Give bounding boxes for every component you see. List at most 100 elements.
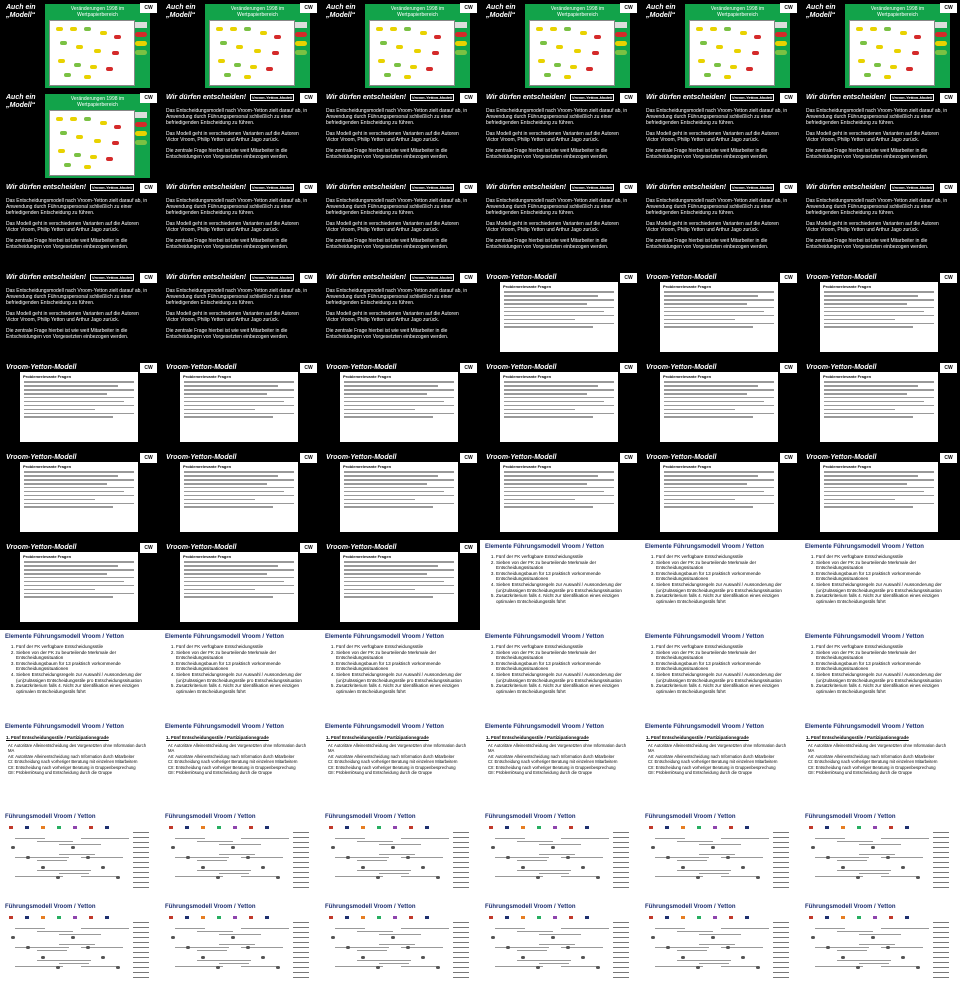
paragraph-3: Die zentrale Frage hierbei ist wie weit … (166, 328, 289, 340)
slide-thumbnail-baum[interactable]: Führungsmodell Vroom / Yetton (480, 900, 640, 990)
slide-thumbnail-entschieden[interactable]: Wir dürfen entscheiden! Vroom-Yetton-Mod… (480, 90, 640, 180)
slide-thumbnail-elemente[interactable]: Elemente Führungsmodell Vroom / Yetton F… (800, 540, 960, 630)
slide-title: Wir dürfen entscheiden! Vroom-Yetton-Mod… (806, 93, 935, 101)
slide-thumbnail-modell[interactable]: Auch ein „Modell“ Veränderungen 1998 im We… (480, 0, 640, 90)
slide-thumbnail-entschieden[interactable]: Wir dürfen entscheiden! Vroom-Yetton-Mod… (160, 270, 320, 360)
sheet-title: Problemrelevante Fragen (663, 374, 712, 379)
slide-thumbnail-vroom-yetton[interactable]: Vroom-Yetton-Modell CW Problemrelevante … (0, 540, 160, 630)
slide-thumbnail-vroom-yetton[interactable]: Vroom-Yetton-Modell CW Problemrelevante … (0, 450, 160, 540)
cw-logo: CW (620, 453, 637, 463)
elements-list: Fünf der FK verfügbare Entscheidungsstil… (328, 644, 476, 694)
slide-thumbnail-baum[interactable]: Führungsmodell Vroom / Yetton (160, 810, 320, 900)
slide-thumbnail-elemente[interactable]: Elemente Führungsmodell Vroom / Yetton F… (800, 630, 960, 720)
cw-logo: CW (780, 273, 797, 283)
slide-thumbnail-entschieden[interactable]: Wir dürfen entscheiden! Vroom-Yetton-Mod… (160, 180, 320, 270)
questions-sheet: Problemrelevante Fragen (660, 282, 778, 352)
cw-logo: CW (780, 183, 797, 193)
slide-thumbnail-vroom-yetton[interactable]: Vroom-Yetton-Modell CW Problemrelevante … (800, 270, 960, 360)
slide-thumbnail-vroom-yetton[interactable]: Vroom-Yetton-Modell CW Problemrelevante … (0, 360, 160, 450)
sheet-title: Problemrelevante Fragen (23, 464, 72, 469)
paragraph-1: Das Entscheidungsmodell nach Vroom-Yetto… (646, 108, 788, 126)
slide-thumbnail-entschieden[interactable]: Wir dürfen entscheiden! Vroom-Yetton-Mod… (480, 180, 640, 270)
decision-tree (645, 916, 793, 986)
slide-thumbnail-modell[interactable]: Auch ein „Modell“ Veränderungen 1998 im We… (160, 0, 320, 90)
questions-sheet: Problemrelevante Fragen (820, 372, 938, 442)
slide-title: Elemente Führungsmodell Vroom / Yetton (805, 544, 924, 550)
slide-thumbnail-modell[interactable]: Auch ein „Modell“ Veränderungen 1998 im We… (800, 0, 960, 90)
paragraph-2: Das Modell geht in verschiedenen Variant… (326, 221, 459, 233)
slide-title: Wir dürfen entscheiden! Vroom-Yetton-Mod… (486, 183, 615, 191)
slide-thumbnail-vroom-yetton[interactable]: Vroom-Yetton-Modell CW Problemrelevante … (800, 360, 960, 450)
slide-thumbnail-modell[interactable]: Auch ein „Modell“ Veränderungen 1998 im We… (0, 0, 160, 90)
slide-thumbnail-elemente[interactable]: Elemente Führungsmodell Vroom / Yetton F… (0, 630, 160, 720)
slide-thumbnail-entschieden[interactable]: Wir dürfen entscheiden! Vroom-Yetton-Mod… (640, 90, 800, 180)
slide-thumbnail-baum[interactable]: Führungsmodell Vroom / Yetton (480, 810, 640, 900)
cw-logo: CW (300, 273, 317, 283)
slide-thumbnail-stile[interactable]: Elemente Führungsmodell Vroom / Yetton 1… (800, 720, 960, 810)
slide-thumbnail-elemente[interactable]: Elemente Führungsmodell Vroom / Yetton F… (640, 540, 800, 630)
questions-sheet: Problemrelevante Fragen (180, 372, 298, 442)
slide-thumbnail-entschieden[interactable]: Wir dürfen entscheiden! Vroom-Yetton-Mod… (160, 90, 320, 180)
slide-thumbnail-baum[interactable]: Führungsmodell Vroom / Yetton (320, 810, 480, 900)
styles-list: AI: Autoritäre Alleinentscheidung des Vo… (328, 743, 467, 776)
slide-thumbnail-modell[interactable]: Auch ein „Modell“ Veränderungen 1998 im We… (0, 90, 160, 180)
slide-thumbnail-elemente[interactable]: Elemente Führungsmodell Vroom / Yetton F… (480, 540, 640, 630)
slide-title: Vroom-Yetton-Modell (326, 364, 397, 371)
slide-thumbnail-baum[interactable]: Führungsmodell Vroom / Yetton (640, 900, 800, 990)
sheet-title: Problemrelevante Fragen (823, 374, 872, 379)
cw-logo: CW (620, 273, 637, 283)
slide-thumbnail-entschieden[interactable]: Wir dürfen entscheiden! Vroom-Yetton-Mod… (320, 270, 480, 360)
slide-thumbnail-entschieden[interactable]: Wir dürfen entscheiden! Vroom-Yetton-Mod… (0, 270, 160, 360)
slide-thumbnail-entschieden[interactable]: Wir dürfen entscheiden! Vroom-Yetton-Mod… (800, 180, 960, 270)
sheet-title: Problemrelevante Fragen (823, 284, 872, 289)
box-title: Veränderungen 1998 im Wertpapierbereich (70, 96, 125, 108)
slide-thumbnail-baum[interactable]: Führungsmodell Vroom / Yetton (320, 900, 480, 990)
slide-thumbnail-vroom-yetton[interactable]: Vroom-Yetton-Modell CW Problemrelevante … (320, 540, 480, 630)
slide-thumbnail-modell[interactable]: Auch ein „Modell“ Veränderungen 1998 im We… (640, 0, 800, 90)
slide-thumbnail-stile[interactable]: Elemente Führungsmodell Vroom / Yetton 1… (160, 720, 320, 810)
slide-title: Wir dürfen entscheiden! Vroom-Yetton-Mod… (806, 183, 935, 191)
slide-thumbnail-baum[interactable]: Führungsmodell Vroom / Yetton (0, 900, 160, 990)
paragraph-3: Die zentrale Frage hierbei ist wie weit … (166, 148, 289, 160)
slide-thumbnail-vroom-yetton[interactable]: Vroom-Yetton-Modell CW Problemrelevante … (640, 450, 800, 540)
slide-thumbnail-entschieden[interactable]: Wir dürfen entscheiden! Vroom-Yetton-Mod… (800, 90, 960, 180)
slide-thumbnail-elemente[interactable]: Elemente Führungsmodell Vroom / Yetton F… (480, 630, 640, 720)
slide-thumbnail-stile[interactable]: Elemente Führungsmodell Vroom / Yetton 1… (480, 720, 640, 810)
sheet-title: Problemrelevante Fragen (23, 374, 72, 379)
slide-thumbnail-vroom-yetton[interactable]: Vroom-Yetton-Modell CW Problemrelevante … (640, 270, 800, 360)
slide-title: Wir dürfen entscheiden! Vroom-Yetton-Mod… (646, 183, 775, 191)
cw-logo: CW (140, 363, 157, 373)
slide-thumbnail-baum[interactable]: Führungsmodell Vroom / Yetton (800, 810, 960, 900)
slide-thumbnail-baum[interactable]: Führungsmodell Vroom / Yetton (0, 810, 160, 900)
slide-thumbnail-vroom-yetton[interactable]: Vroom-Yetton-Modell CW Problemrelevante … (160, 540, 320, 630)
elements-list: Fünf der FK verfügbare Entscheidungsstil… (648, 554, 796, 604)
paragraph-1: Das Entscheidungsmodell nach Vroom-Yetto… (166, 108, 308, 126)
slide-thumbnail-elemente[interactable]: Elemente Führungsmodell Vroom / Yetton F… (320, 630, 480, 720)
slide-thumbnail-modell[interactable]: Auch ein „Modell“ Veränderungen 1998 im We… (320, 0, 480, 90)
slide-thumbnail-vroom-yetton[interactable]: Vroom-Yetton-Modell CW Problemrelevante … (800, 450, 960, 540)
slide-thumbnail-stile[interactable]: Elemente Führungsmodell Vroom / Yetton 1… (640, 720, 800, 810)
slide-thumbnail-baum[interactable]: Führungsmodell Vroom / Yetton (160, 900, 320, 990)
slide-thumbnail-baum[interactable]: Führungsmodell Vroom / Yetton (800, 900, 960, 990)
slide-thumbnail-entschieden[interactable]: Wir dürfen entscheiden! Vroom-Yetton-Mod… (320, 180, 480, 270)
slide-thumbnail-vroom-yetton[interactable]: Vroom-Yetton-Modell CW Problemrelevante … (160, 360, 320, 450)
slide-thumbnail-baum[interactable]: Führungsmodell Vroom / Yetton (640, 810, 800, 900)
slide-thumbnail-vroom-yetton[interactable]: Vroom-Yetton-Modell CW Problemrelevante … (480, 270, 640, 360)
slide-thumbnail-stile[interactable]: Elemente Führungsmodell Vroom / Yetton 1… (320, 720, 480, 810)
slide-thumbnail-entschieden[interactable]: Wir dürfen entscheiden! Vroom-Yetton-Mod… (0, 180, 160, 270)
slide-thumbnail-entschieden[interactable]: Wir dürfen entscheiden! Vroom-Yetton-Mod… (320, 90, 480, 180)
slide-thumbnail-vroom-yetton[interactable]: Vroom-Yetton-Modell CW Problemrelevante … (320, 360, 480, 450)
slide-thumbnail-vroom-yetton[interactable]: Vroom-Yetton-Modell CW Problemrelevante … (640, 360, 800, 450)
slide-title: Elemente Führungsmodell Vroom / Yetton (165, 634, 284, 640)
slide-thumbnail-vroom-yetton[interactable]: Vroom-Yetton-Modell CW Problemrelevante … (160, 450, 320, 540)
slide-thumbnail-vroom-yetton[interactable]: Vroom-Yetton-Modell CW Problemrelevante … (320, 450, 480, 540)
slide-thumbnail-entschieden[interactable]: Wir dürfen entscheiden! Vroom-Yetton-Mod… (640, 180, 800, 270)
slide-thumbnail-vroom-yetton[interactable]: Vroom-Yetton-Modell CW Problemrelevante … (480, 450, 640, 540)
slide-thumbnail-elemente[interactable]: Elemente Führungsmodell Vroom / Yetton F… (640, 630, 800, 720)
decision-tree (645, 826, 793, 896)
decision-tree (325, 916, 473, 986)
slide-thumbnail-elemente[interactable]: Elemente Führungsmodell Vroom / Yetton F… (160, 630, 320, 720)
modell-diagram (49, 20, 135, 86)
slide-thumbnail-vroom-yetton[interactable]: Vroom-Yetton-Modell CW Problemrelevante … (480, 360, 640, 450)
slide-thumbnail-stile[interactable]: Elemente Führungsmodell Vroom / Yetton 1… (0, 720, 160, 810)
